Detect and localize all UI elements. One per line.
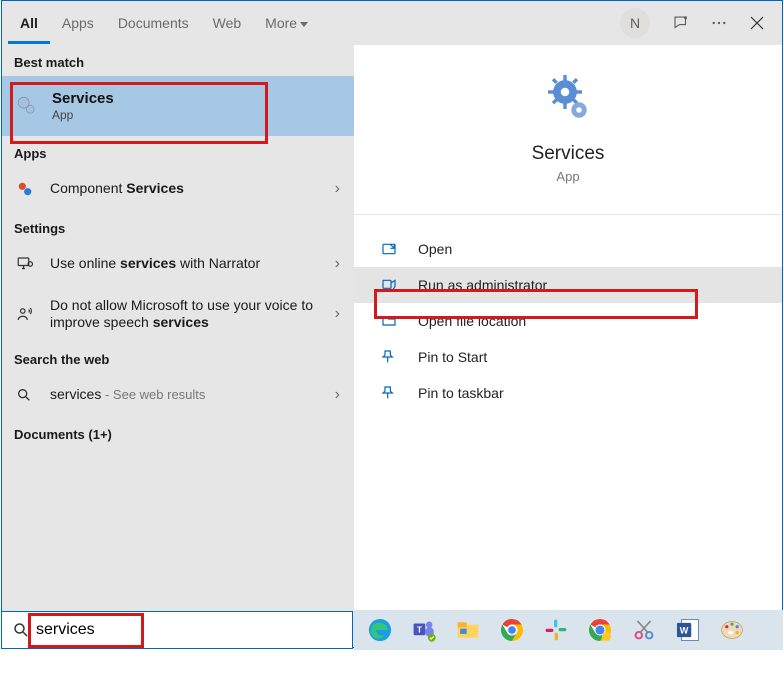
best-match-title: Services (52, 90, 114, 108)
svg-text:W: W (680, 625, 689, 635)
taskbar-slack-icon[interactable] (534, 610, 578, 650)
section-settings: Settings (2, 211, 354, 242)
chevron-down-icon (300, 22, 308, 27)
taskbar-word-icon[interactable]: W (666, 610, 710, 650)
result-component-services[interactable]: Component Services › (2, 167, 354, 211)
gear-icon (16, 95, 44, 117)
search-bar[interactable] (1, 611, 353, 649)
preview-subtitle: App (556, 169, 579, 184)
section-documents: Documents (1+) (2, 417, 354, 448)
tab-more[interactable]: More (253, 3, 320, 43)
svg-text:T: T (417, 625, 423, 635)
taskbar: T W (354, 610, 783, 650)
tab-documents[interactable]: Documents (106, 3, 201, 43)
folder-icon (378, 313, 400, 329)
best-match-item[interactable]: Services App (2, 76, 354, 136)
chevron-right-icon: › (335, 305, 340, 323)
result-speech-services[interactable]: Do not allow Microsoft to use your voice… (2, 286, 354, 342)
action-pin-to-taskbar[interactable]: Pin to taskbar (354, 375, 782, 411)
more-options-icon[interactable] (702, 8, 736, 38)
search-input[interactable] (30, 621, 342, 639)
action-pin-to-start[interactable]: Pin to Start (354, 339, 782, 375)
chevron-right-icon: › (335, 180, 340, 198)
best-match-subtitle: App (52, 108, 114, 122)
chevron-right-icon: › (335, 386, 340, 404)
pin-icon (378, 349, 400, 365)
search-icon (16, 387, 44, 403)
result-web-services[interactable]: services - See web results › (2, 373, 354, 417)
results-list: Best match Services App Apps Component S… (2, 45, 354, 647)
tab-web[interactable]: Web (201, 3, 254, 43)
person-voice-icon (16, 305, 44, 323)
close-icon[interactable] (740, 8, 774, 38)
section-best-match: Best match (2, 45, 354, 76)
tab-apps[interactable]: Apps (50, 3, 106, 43)
tab-all[interactable]: All (8, 3, 50, 44)
user-avatar[interactable]: N (620, 8, 650, 38)
monitor-icon (16, 255, 44, 273)
action-run-as-admin[interactable]: Run as administrator (354, 267, 782, 303)
taskbar-teams-icon[interactable]: T (402, 610, 446, 650)
taskbar-paint-icon[interactable] (710, 610, 754, 650)
services-gears-icon (544, 73, 592, 121)
filter-tabs: All Apps Documents Web More N (2, 1, 782, 45)
search-icon (12, 621, 30, 639)
preview-pane: Services App Open Run as administrator (354, 45, 782, 647)
taskbar-edge-icon[interactable] (358, 610, 402, 650)
start-search-panel: All Apps Documents Web More N Best match (1, 0, 783, 648)
taskbar-chrome-icon[interactable] (490, 610, 534, 650)
chevron-right-icon: › (335, 255, 340, 273)
taskbar-file-explorer-icon[interactable] (446, 610, 490, 650)
section-apps: Apps (2, 136, 354, 167)
preview-title: Services (532, 143, 605, 165)
result-narrator-services[interactable]: Use online services with Narrator › (2, 242, 354, 286)
taskbar-chrome-canary-icon[interactable] (578, 610, 622, 650)
action-open[interactable]: Open (354, 231, 782, 267)
shield-icon (378, 277, 400, 293)
pin-icon (378, 385, 400, 401)
open-icon (378, 241, 400, 257)
component-icon (16, 180, 44, 198)
action-open-file-location[interactable]: Open file location (354, 303, 782, 339)
taskbar-snip-icon[interactable] (622, 610, 666, 650)
feedback-icon[interactable] (664, 8, 698, 38)
section-web: Search the web (2, 342, 354, 373)
